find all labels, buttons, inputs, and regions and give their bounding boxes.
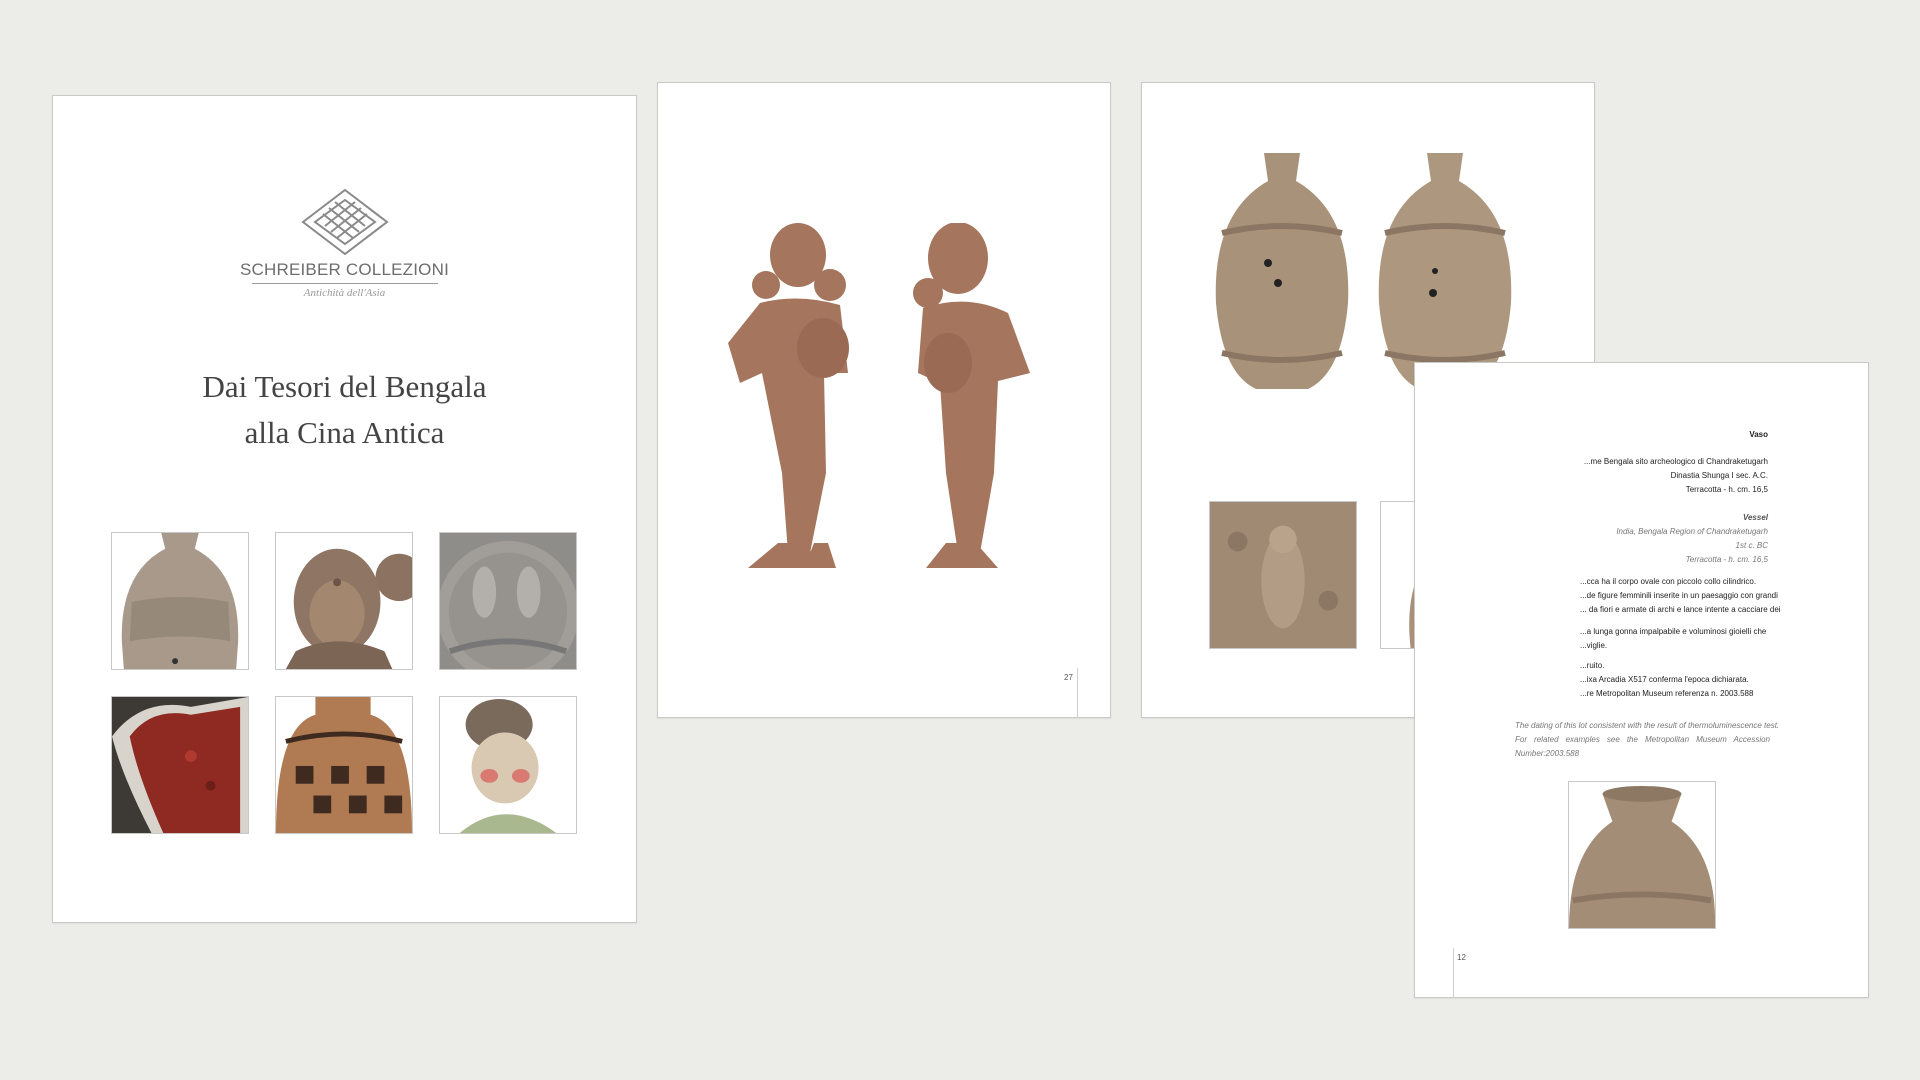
catalog-title: Dai Tesori del Bengala alla Cina Antica: [53, 364, 636, 456]
note-en-line-2: For related examples see the Metropolita…: [1515, 735, 1770, 744]
brand-divider: [251, 283, 438, 284]
brand-name: SCHREIBER COLLEZIONI: [240, 260, 449, 279]
desc-line-2: ...de figure femminili inserite in un pa…: [1580, 591, 1778, 600]
lot-title-it: Vaso: [1749, 430, 1768, 439]
vase-detail-image-1: [1209, 501, 1357, 649]
lot-material-it: Terracotta - h. cm. 16,5: [1685, 485, 1768, 494]
brand-tagline: Antichità dell'Asia: [303, 287, 386, 299]
vase-back-image: [1378, 153, 1512, 389]
thumbnail-figure-face: [275, 532, 413, 670]
thumbnail-relief-plaque: [439, 532, 577, 670]
page-number: 27: [1064, 673, 1073, 682]
lot-material-en: Terracotta - h. cm. 16,5: [1685, 555, 1768, 564]
thumbnail-red-vessel: [111, 696, 249, 834]
desc-line-6: ...ruito.: [1580, 661, 1605, 670]
note-en-line-1: The dating of this lot consistent with t…: [1515, 721, 1780, 730]
desc-line-7: ...ixa Arcadia X517 conferma l'epoca dic…: [1580, 675, 1749, 684]
vase-front-image: [1215, 153, 1349, 389]
brand-logo: SCHREIBER COLLEZIONI Antichità dell'Asia: [53, 186, 636, 299]
page-number: 12: [1457, 953, 1466, 962]
lot-dynasty-en: 1st c. BC: [1735, 541, 1768, 550]
note-en-line-3: Number:2003.588: [1515, 749, 1580, 758]
endless-knot-icon: [300, 188, 389, 256]
title-line-1: Dai Tesori del Bengala: [202, 369, 487, 404]
lot-location-it: ...me Bengala sito archeologico di Chand…: [1583, 457, 1768, 466]
catalog-page-figures: 27: [657, 82, 1111, 718]
page-fold-line: [1077, 668, 1078, 718]
catalog-page-description: Vaso ...me Bengala sito archeologico di …: [1414, 362, 1869, 998]
desc-line-1: ...cca ha il corpo ovale con piccolo col…: [1580, 577, 1757, 586]
desc-line-8: ...re Metropolitan Museum referenza n. 2…: [1580, 689, 1754, 698]
thumbnail-painted-jar: [275, 696, 413, 834]
lot-title-en: Vessel: [1742, 513, 1768, 522]
title-line-2: alla Cina Antica: [244, 415, 445, 450]
desc-line-4: ...a lunga gonna impalpabile e voluminos…: [1580, 627, 1767, 636]
lot-dynasty-it: Dinastia Shunga I sec. A.C.: [1670, 471, 1768, 480]
terracotta-figures-image: [728, 223, 1030, 568]
catalog-cover-page: SCHREIBER COLLEZIONI Antichità dell'Asia…: [52, 95, 637, 923]
thumbnail-painted-lady: [439, 696, 577, 834]
lot-location-en: India, Bengala Region of Chandraketugarh: [1616, 527, 1768, 536]
vase-neck-detail-image: [1568, 781, 1716, 929]
thumbnail-vase: [111, 532, 249, 670]
desc-line-5: ...viglie.: [1580, 641, 1608, 650]
desc-line-3: ... da fiori e armate di archi e lance i…: [1580, 605, 1781, 614]
page-fold-line: [1453, 948, 1454, 998]
